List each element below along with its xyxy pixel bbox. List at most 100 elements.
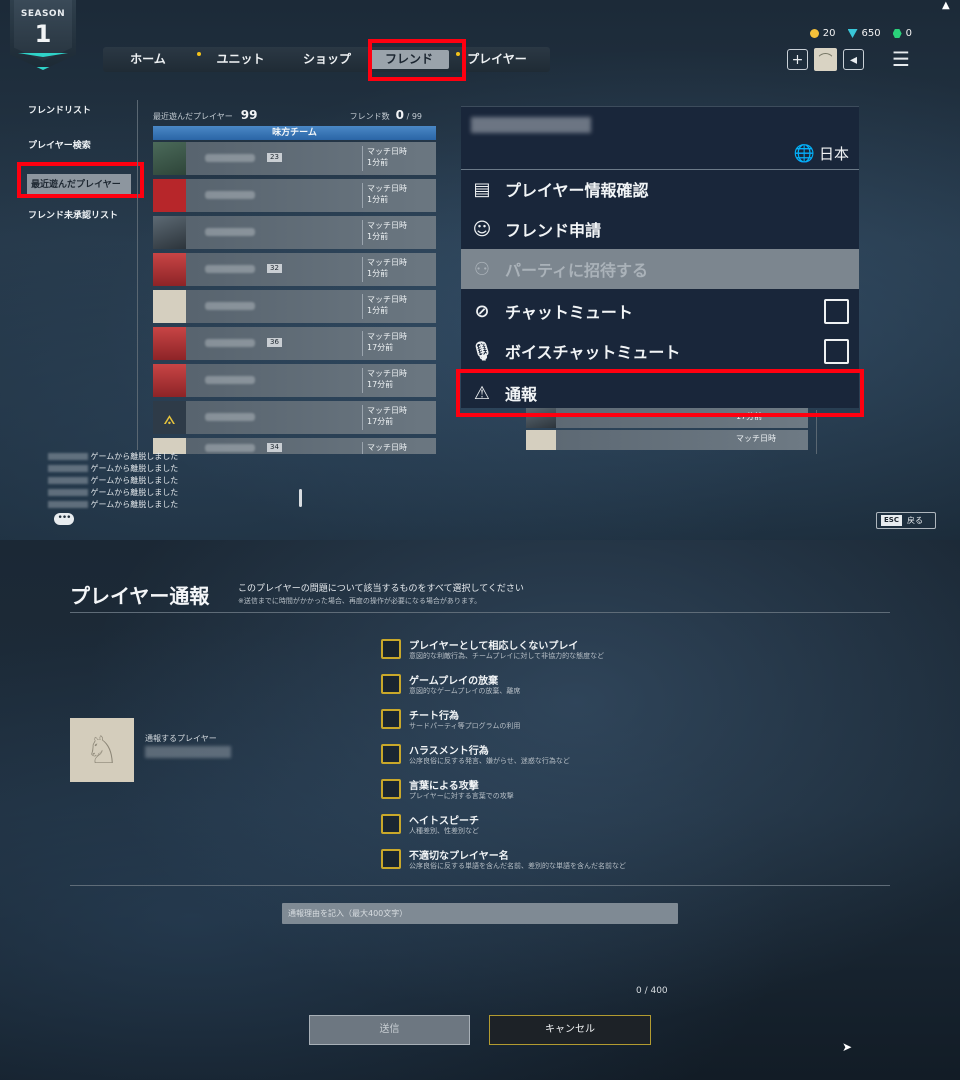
- season-number: 1: [34, 20, 52, 48]
- reason-checkbox[interactable]: [381, 849, 401, 869]
- smile-icon: ☺: [472, 218, 492, 240]
- list-scrollbar[interactable]: [299, 455, 303, 507]
- reason-checkbox[interactable]: [381, 674, 401, 694]
- highlight-friend-tab: [368, 39, 466, 81]
- highlight-report: [456, 369, 864, 417]
- reason-checkbox[interactable]: [381, 709, 401, 729]
- side-item-pending-requests[interactable]: フレンド未承認リスト: [28, 209, 138, 244]
- mouse-cursor-icon: ▲: [942, 0, 950, 11]
- list-item[interactable]: マッチ日時 1分前: [153, 290, 436, 323]
- cancel-button[interactable]: キャンセル: [489, 1015, 651, 1045]
- player-avatar: [153, 216, 186, 249]
- tab-unit[interactable]: ユニット: [193, 47, 288, 72]
- reason-hate-speech[interactable]: ヘイトスピーチ 人種差別、性差別など: [381, 812, 801, 847]
- recent-label: 最近遊んだプレイヤー: [153, 112, 233, 121]
- green-token-icon: [892, 29, 902, 38]
- reason-verbal-abuse[interactable]: 言葉による攻撃 プレイヤーに対する言葉での攻撃: [381, 777, 801, 812]
- esc-key-icon: ESC: [881, 515, 902, 526]
- mic-mute-icon: 🎙: [470, 340, 494, 362]
- add-icon[interactable]: +: [787, 49, 808, 70]
- gold-coin-icon: [809, 29, 819, 38]
- player-avatar: [153, 290, 186, 323]
- menu-player-info[interactable]: ▤ プレイヤー情報確認: [461, 169, 859, 209]
- player-avatar: [153, 142, 186, 175]
- player-avatar: [153, 327, 186, 360]
- back-button[interactable]: ESC 戻る: [876, 512, 936, 529]
- player-level: 32: [267, 264, 282, 273]
- reason-checkbox[interactable]: [381, 779, 401, 799]
- friends-max: / 99: [406, 112, 422, 121]
- player-level: 23: [267, 153, 282, 162]
- player-avatar: [153, 364, 186, 397]
- chat-log: ゲームから離脱しました ゲームから離脱しました ゲームから離脱しました ゲームか…: [48, 451, 178, 511]
- reason-checkbox[interactable]: [381, 639, 401, 659]
- friends-label: フレンド数: [349, 112, 390, 121]
- player-avatar: ⟑: [153, 401, 186, 434]
- player-avatar: [153, 253, 186, 286]
- page-title: プレイヤー通報: [70, 584, 210, 608]
- reason-harassment[interactable]: ハラスメント行為 公序良俗に反する発言、嫌がらせ、迷惑な行為など: [381, 742, 801, 777]
- player-context-menu: 🌐 日本 ▤ プレイヤー情報確認 ☺ フレンド申請 ⚇ パーティに招待する ⊘ チャットミ…: [461, 106, 859, 408]
- character-counter: 0 / 400: [636, 986, 668, 996]
- reason-checkbox[interactable]: [381, 814, 401, 834]
- menu-party-invite: ⚇ パーティに招待する: [461, 249, 859, 289]
- list-item[interactable]: マッチ日時 1分前: [153, 216, 436, 249]
- reported-player-avatar: ♘: [70, 718, 134, 782]
- reason-checkbox[interactable]: [381, 744, 401, 764]
- top-icons: + ⌒ ◂: [787, 48, 864, 71]
- friends-count: 0: [395, 108, 405, 122]
- list-header: 最近遊んだプレイヤー 99 フレンド数 0 / 99: [153, 108, 436, 122]
- report-description: このプレイヤーの問題について該当するものをすべて選択してください: [238, 584, 524, 594]
- reported-player-name: [145, 746, 231, 758]
- list-item[interactable]: マッチ日時 17分前: [153, 364, 436, 397]
- popup-player-name: [471, 117, 591, 133]
- group-icon: ⚇: [473, 258, 491, 280]
- report-screen: プレイヤー通報 このプレイヤーの問題について該当するものをすべて選択してください…: [0, 540, 960, 1080]
- notification-dot-icon: [197, 52, 201, 56]
- side-item-friend-list[interactable]: フレンドリスト: [28, 104, 138, 139]
- tab-shop[interactable]: ショップ: [288, 47, 366, 72]
- menu-icon[interactable]: ☰: [892, 49, 912, 69]
- reason-abandon[interactable]: ゲームプレイの放棄 意図的なゲームプレイの放棄、離席: [381, 672, 801, 707]
- reason-cheating[interactable]: チート行為 サードパーティ等プログラムの利用: [381, 707, 801, 742]
- friend-screen: SEASON 1 ホーム ユニット ショップ フレンド プレイヤー 20 650…: [0, 0, 960, 540]
- reported-player-label: 通報するプレイヤー: [145, 734, 217, 743]
- menu-chat-mute[interactable]: ⊘ チャットミュート: [461, 291, 859, 331]
- gold-amount: 20: [822, 28, 836, 39]
- currency-bar: 20 650 0: [809, 28, 912, 39]
- tab-home[interactable]: ホーム: [103, 47, 193, 72]
- main-nav: ホーム ユニット ショップ フレンド プレイヤー: [103, 47, 550, 72]
- green-amount: 0: [905, 28, 912, 39]
- player-avatar: [153, 179, 186, 212]
- list-item[interactable]: 23 マッチ日時 1分前: [153, 142, 436, 175]
- voice-mute-checkbox[interactable]: [824, 339, 849, 364]
- season-badge: SEASON 1: [10, 0, 76, 70]
- region-label: 🌐 日本: [793, 143, 849, 164]
- send-button[interactable]: 送信: [309, 1015, 470, 1045]
- season-label: SEASON: [20, 9, 66, 19]
- reason-bad-name[interactable]: 不適切なプレイヤー名 公序良俗に反する単語を含んだ名前、差別的な単語を含んだ名前な…: [381, 847, 801, 882]
- reason-unsportsmanlike[interactable]: プレイヤーとして相応しくないプレイ 意図的な利敵行為、チームプレイに対して非協力的…: [381, 637, 801, 672]
- list-item[interactable]: 32 マッチ日時 1分前: [153, 253, 436, 286]
- chat-icon[interactable]: •••: [54, 513, 74, 525]
- report-reasons: プレイヤーとして相応しくないプレイ 意図的な利敵行為、チームプレイに対して非協力的…: [381, 637, 801, 882]
- list-item[interactable]: ⟑ マッチ日時 17分前: [153, 401, 436, 434]
- gem-amount: 650: [861, 28, 881, 39]
- report-note: ※送信までに時間がかかった場合、再度の操作が必要になる場合があります。: [238, 597, 482, 605]
- report-reason-input[interactable]: 通報理由を記入（最大400文字）: [282, 903, 678, 924]
- globe-icon: 🌐: [793, 143, 815, 164]
- id-card-icon: ▤: [473, 178, 491, 200]
- player-level: 34: [267, 443, 282, 452]
- list-item[interactable]: マッチ日時 1分前: [153, 179, 436, 212]
- player-level: 36: [267, 338, 282, 347]
- list-item[interactable]: 36 マッチ日時 17分前: [153, 327, 436, 360]
- chat-mute-checkbox[interactable]: [824, 299, 849, 324]
- player-list: 23 マッチ日時 1分前 マッチ日時 1分前 マッチ日時 1分前 32 マッチ日時 1分前 …: [153, 142, 436, 458]
- sound-icon[interactable]: ◂: [843, 49, 864, 70]
- highlight-recent-players: [17, 162, 144, 198]
- gem-icon: [847, 29, 858, 38]
- profile-avatar[interactable]: ⌒: [814, 48, 837, 71]
- list-item[interactable]: 34 マッチ日時: [153, 438, 436, 454]
- menu-friend-request[interactable]: ☺ フレンド申請: [461, 209, 859, 249]
- menu-voice-mute[interactable]: 🎙 ボイスチャットミュート: [461, 331, 859, 371]
